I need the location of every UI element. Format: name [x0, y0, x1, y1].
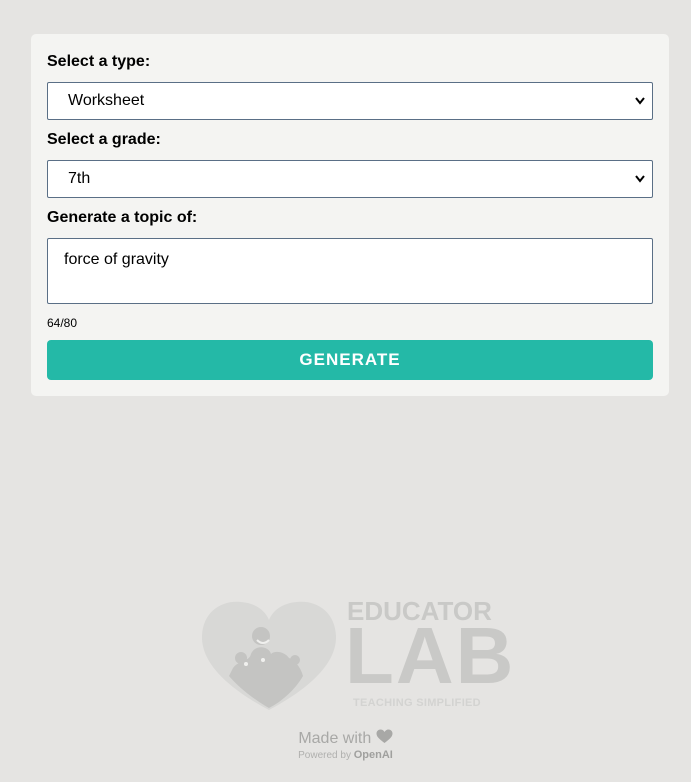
logo-text-lab: LAB: [345, 611, 516, 700]
topic-textarea[interactable]: force of gravity: [47, 238, 653, 304]
heart-puzzle-logo-icon: [201, 601, 337, 710]
chevron-down-icon: [635, 175, 645, 183]
generate-button[interactable]: GENERATE: [47, 340, 653, 380]
openai-brand: OpenAI: [353, 749, 393, 761]
character-counter: 64/80: [47, 316, 78, 330]
grade-select[interactable]: 7th: [47, 160, 653, 198]
educator-lab-logo: EDUCATOR LAB TEACHING SIMPLIFIED: [199, 596, 513, 714]
topic-textarea-value: force of gravity: [64, 251, 169, 268]
made-with-line: Made with: [0, 729, 691, 748]
chevron-down-icon: [635, 97, 645, 105]
logo-tagline: TEACHING SIMPLIFIED: [353, 697, 481, 709]
generator-form-card: Select a type: Worksheet Select a grade:…: [31, 34, 669, 396]
type-select[interactable]: Worksheet: [47, 82, 653, 120]
grade-label: Select a grade:: [47, 131, 161, 148]
type-select-value: Worksheet: [68, 92, 145, 109]
made-with-text: Made with: [298, 730, 372, 747]
topic-label: Generate a topic of:: [47, 209, 198, 226]
heart-icon: [376, 729, 393, 743]
powered-by-line: Powered by OpenAI: [0, 749, 691, 761]
powered-by-text: Powered by: [298, 750, 351, 761]
type-label: Select a type:: [47, 53, 151, 70]
grade-select-value: 7th: [68, 170, 91, 187]
